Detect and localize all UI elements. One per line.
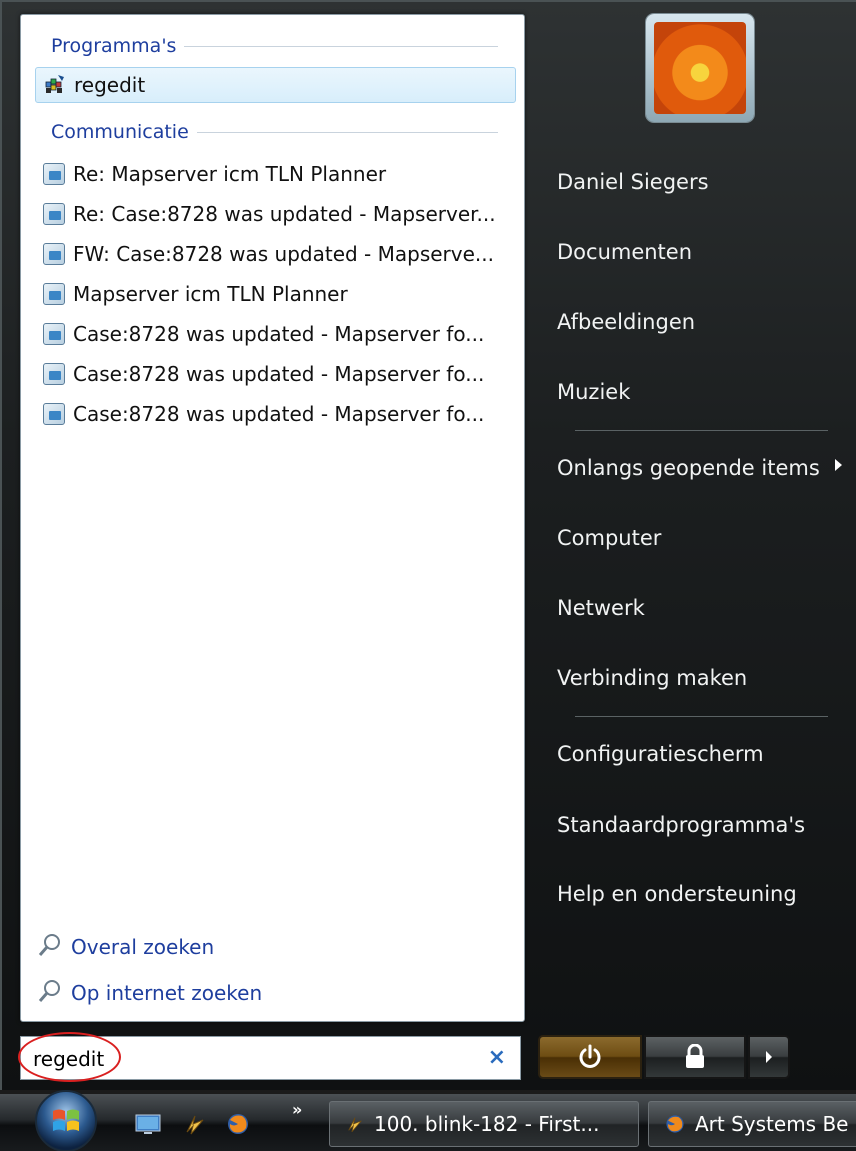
lock-button[interactable] (644, 1035, 746, 1079)
program-item-regedit[interactable]: regedit (35, 67, 516, 103)
communication-header-label: Communicatie (51, 121, 189, 143)
mail-item-label: Re: Mapserver icm TLN Planner (73, 162, 387, 186)
mail-item[interactable]: Re: Mapserver icm TLN Planner (35, 156, 516, 192)
search-internet-label: Op internet zoeken (71, 981, 263, 1005)
winamp-icon[interactable] (181, 1112, 209, 1136)
regedit-icon (42, 72, 68, 98)
mail-item-label: Mapserver icm TLN Planner (73, 282, 348, 306)
taskbar-button-winamp[interactable]: 100. blink-182 - First... (329, 1101, 639, 1147)
taskbar-button-label: Art Systems Be (695, 1112, 849, 1136)
mail-item-label: Case:8728 was updated - Mapserver fo... (73, 322, 485, 346)
header-divider (184, 45, 498, 47)
music-link[interactable]: Muziek (557, 380, 630, 404)
search-everywhere-link[interactable]: Overal zoeken (35, 930, 214, 964)
start-menu-left-panel: Programma's regedit Communicatie Re: Map… (20, 14, 525, 1022)
mail-icon (41, 361, 67, 387)
mail-icon (41, 281, 67, 307)
firefox-icon (666, 1115, 684, 1133)
firefox-icon[interactable] (224, 1112, 252, 1136)
user-picture[interactable] (646, 14, 754, 122)
documents-link[interactable]: Documenten (557, 240, 692, 264)
default-programs-link[interactable]: Standaardprogramma's (557, 813, 805, 837)
right-divider (575, 716, 828, 717)
shutdown-options-button[interactable] (748, 1035, 790, 1079)
computer-link[interactable]: Computer (557, 526, 661, 550)
power-button[interactable] (538, 1035, 642, 1079)
show-desktop-icon[interactable] (134, 1112, 162, 1136)
right-divider (575, 430, 828, 431)
program-item-label: regedit (74, 73, 146, 97)
mail-item[interactable]: Case:8728 was updated - Mapserver fo... (35, 396, 516, 432)
mail-item-label: Case:8728 was updated - Mapserver fo... (73, 402, 485, 426)
mail-icon (41, 401, 67, 427)
mail-item[interactable]: Case:8728 was updated - Mapserver fo... (35, 356, 516, 392)
mail-item[interactable]: Mapserver icm TLN Planner (35, 276, 516, 312)
pictures-link[interactable]: Afbeeldingen (557, 310, 695, 334)
magnifier-icon (37, 932, 63, 963)
mail-icon (41, 161, 67, 187)
arrow-right-icon (766, 1051, 772, 1063)
control-panel-link[interactable]: Configuratiescherm (557, 742, 764, 766)
magnifier-icon (37, 978, 63, 1009)
start-search-box[interactable]: × (20, 1036, 521, 1080)
taskbar-button-label: 100. blink-182 - First... (374, 1112, 600, 1136)
lock-icon (686, 1044, 704, 1068)
winamp-icon (348, 1117, 362, 1133)
start-search-input[interactable] (33, 1044, 473, 1074)
mail-item-label: Re: Case:8728 was updated - Mapserver... (73, 202, 496, 226)
connect-link[interactable]: Verbinding maken (557, 666, 747, 690)
mail-icon (41, 201, 67, 227)
mail-item-label: FW: Case:8728 was updated - Mapserve... (73, 242, 494, 266)
mail-item[interactable]: Case:8728 was updated - Mapserver fo... (35, 316, 516, 352)
search-everywhere-label: Overal zoeken (71, 935, 215, 959)
start-orb-button[interactable] (26, 1087, 106, 1151)
programs-header: Programma's (51, 34, 498, 58)
help-link[interactable]: Help en ondersteuning (557, 882, 797, 906)
user-folder-link[interactable]: Daniel Siegers (557, 170, 709, 194)
submenu-arrow-icon (835, 459, 842, 471)
mail-item-label: Case:8728 was updated - Mapserver fo... (73, 362, 485, 386)
network-link[interactable]: Netwerk (557, 596, 645, 620)
overflow-chevron[interactable]: » (292, 1100, 302, 1119)
programs-header-label: Programma's (51, 35, 177, 57)
recent-items-link[interactable]: Onlangs geopende items (557, 456, 820, 480)
communication-header: Communicatie (51, 120, 498, 144)
header-divider (196, 131, 498, 133)
mail-icon (41, 321, 67, 347)
mail-icon (41, 241, 67, 267)
clear-search-button[interactable]: × (488, 1045, 506, 1070)
mail-item[interactable]: Re: Case:8728 was updated - Mapserver... (35, 196, 516, 232)
flower-avatar-icon (654, 22, 746, 114)
power-icon (579, 1044, 601, 1068)
start-menu: Programma's regedit Communicatie Re: Map… (0, 0, 856, 1090)
search-internet-link[interactable]: Op internet zoeken (35, 976, 262, 1010)
taskbar-button-firefox[interactable]: Art Systems Be (648, 1101, 856, 1147)
mail-item[interactable]: FW: Case:8728 was updated - Mapserve... (35, 236, 516, 272)
